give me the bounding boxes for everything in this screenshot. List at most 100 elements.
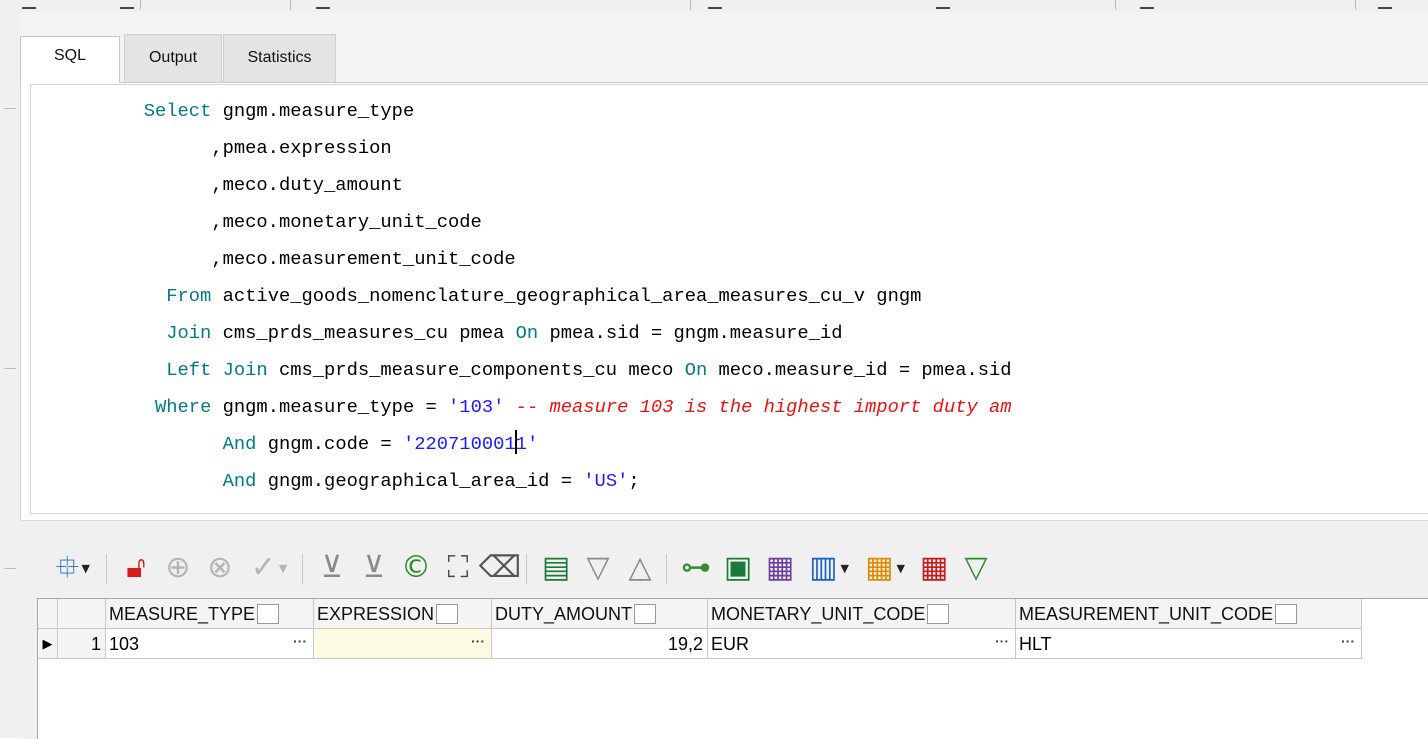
column-filter-checkbox[interactable] (257, 604, 280, 624)
ellipsis-button[interactable]: ··· (471, 629, 485, 656)
sql-string: '220710001 (402, 433, 516, 455)
code-line[interactable]: Where gngm.measure_type = '103' -- measu… (31, 389, 1012, 426)
fetch-next-button[interactable]: ⊻ (312, 550, 352, 586)
sql-keyword: On (515, 322, 539, 344)
column-filter-checkbox[interactable] (927, 604, 950, 624)
single-record-view-icon: ▤ (541, 550, 571, 585)
sql-text: cms_prds_measure_components_cu meco (267, 359, 685, 381)
sql-text: gngm.measure_type (211, 100, 415, 122)
column-header-label: DUTY_AMOUNT (495, 604, 633, 624)
cell-measurement-unit-code[interactable]: HLT ··· (1016, 629, 1362, 659)
column-header-expression[interactable]: EXPRESSION (314, 599, 492, 629)
sql-keyword: Left Join (166, 359, 268, 381)
pivot-button[interactable]: ▦ ▼ (858, 550, 912, 586)
toolbar-separator (666, 554, 667, 584)
refresh-button[interactable]: © (396, 550, 436, 586)
sql-text: cms_prds_measures_cu pmea (211, 322, 516, 344)
add-record-button[interactable]: ⊕ (158, 550, 198, 586)
sql-text: active_goods_nomenclature_geographical_a… (211, 285, 922, 307)
sql-string: '103' (448, 396, 505, 418)
sql-text: gngm.code = (256, 433, 403, 455)
code-line[interactable]: From active_goods_nomenclature_geographi… (31, 278, 1012, 315)
chevron-down-icon[interactable]: ▼ (279, 563, 287, 574)
chevron-down-icon[interactable]: ▼ (896, 563, 904, 574)
sort-descending-button[interactable]: ▽ (578, 550, 618, 586)
cell-measure-type[interactable]: 103 ··· (106, 629, 314, 659)
chart-button[interactable]: ▥ ▼ (802, 550, 856, 586)
filter-button[interactable]: ▽ (956, 550, 996, 586)
header-corner (38, 599, 58, 629)
tab-statistics[interactable]: Statistics (223, 34, 336, 82)
sql-string: 1' (515, 433, 539, 455)
sql-keyword: Where (154, 396, 212, 418)
column-layout-button[interactable]: ⯐ ▼ (46, 550, 100, 586)
sort-ascending-button[interactable]: △ (620, 550, 660, 586)
cell-duty-amount[interactable]: 19,2 (492, 629, 708, 659)
column-header-monetary-unit-code[interactable]: MONETARY_UNIT_CODE (708, 599, 1016, 629)
sql-keyword: And (222, 433, 257, 455)
code-line[interactable]: ,pmea.expression (31, 130, 1012, 167)
column-header-measure-type[interactable]: MEASURE_TYPE (106, 599, 314, 629)
code-line[interactable]: ,meco.monetary_unit_code (31, 204, 1012, 241)
export-button[interactable]: ▦ (760, 550, 800, 586)
grid-toolbar: ⯐ ▼ 🔓︎ ⊕ ⊗ ✓ ▼ ⊻ ⊻ © ⛶ ⌫ ▤ ▽ △ ⊶ ▣ ▦ ▥ ▼ ▦ ▼ ▦ ▽ (20, 544, 1428, 594)
copy-text-button[interactable]: ▣ (718, 550, 758, 586)
top-strip-mark (936, 7, 950, 9)
clear-button[interactable]: ⌫ (479, 550, 521, 586)
top-strip-segment (290, 0, 691, 10)
current-row-indicator-icon: ▶ (38, 629, 58, 659)
top-strip-segment (140, 0, 291, 10)
sql-text: ,meco.measurement_unit_code (31, 248, 516, 270)
column-filter-checkbox[interactable] (634, 604, 657, 624)
find-button[interactable]: ⛶ (438, 550, 478, 586)
post-changes-button[interactable]: ✓ ▼ (242, 550, 296, 586)
sort-descending-icon: ▽ (586, 550, 610, 585)
code-line[interactable]: ,meco.duty_amount (31, 167, 1012, 204)
code-line[interactable]: Join cms_prds_measures_cu pmea On pmea.s… (31, 315, 1012, 352)
top-strip-mark (120, 7, 134, 9)
code-line[interactable]: And gngm.geographical_area_id = 'US'; (31, 463, 1012, 500)
sql-keyword: On (684, 359, 708, 381)
results-grid[interactable]: MEASURE_TYPE EXPRESSION DUTY_AMOUNT MONE… (37, 598, 1428, 739)
lock-button[interactable]: 🔓︎ (116, 550, 156, 586)
code-line[interactable]: Left Join cms_prds_measure_components_cu… (31, 352, 1012, 389)
table-row[interactable]: ▶ 1 103 ··· ··· 19,2 EUR ··· HLT ··· (38, 629, 1362, 659)
delete-record-button[interactable]: ⊗ (200, 550, 240, 586)
editor-tab-bar: SQL Output Statistics (20, 12, 1428, 83)
top-strip-mark (22, 7, 36, 9)
column-filter-checkbox[interactable] (436, 604, 459, 624)
sql-code[interactable]: Select gngm.measure_type ,pmea.expressio… (31, 93, 1012, 500)
column-filter-checkbox[interactable] (1275, 604, 1298, 624)
tab-output[interactable]: Output (124, 34, 222, 82)
code-line[interactable]: ,meco.measurement_unit_code (31, 241, 1012, 278)
chevron-down-icon[interactable]: ▼ (82, 563, 90, 574)
sql-text: ,meco.monetary_unit_code (31, 211, 482, 233)
sql-text: meco.measure_id = pmea.sid (707, 359, 1012, 381)
toolbar-separator (302, 554, 303, 584)
tree-view-button[interactable]: ⊶ (676, 550, 716, 586)
code-line[interactable]: Select gngm.measure_type (31, 93, 1012, 130)
pivot-icon: ▦ (865, 550, 894, 585)
cell-expression[interactable]: ··· (314, 629, 492, 659)
single-record-view-button[interactable]: ▤ (536, 550, 576, 586)
fetch-all-button[interactable]: ⊻ (354, 550, 394, 586)
sql-comment: -- measure 103 is the highest import dut… (515, 396, 1012, 418)
sql-editor[interactable]: Select gngm.measure_type ,pmea.expressio… (30, 84, 1428, 514)
sql-text: ; (628, 470, 640, 492)
ellipsis-button[interactable]: ··· (293, 629, 307, 656)
grid-button[interactable]: ▦ (914, 550, 954, 586)
column-header-measurement-unit-code[interactable]: MEASUREMENT_UNIT_CODE (1016, 599, 1362, 629)
cell-monetary-unit-code[interactable]: EUR ··· (708, 629, 1016, 659)
ellipsis-button[interactable]: ··· (995, 629, 1009, 656)
column-header-duty-amount[interactable]: DUTY_AMOUNT (492, 599, 708, 629)
sql-keyword: From (166, 285, 212, 307)
cell-value: EUR (711, 634, 750, 654)
post-changes-icon: ✓ (250, 550, 276, 585)
sql-keyword: And (222, 470, 257, 492)
tab-sql[interactable]: SQL (20, 36, 120, 83)
chevron-down-icon[interactable]: ▼ (840, 563, 848, 574)
code-line[interactable]: And gngm.code = '2207100011' (31, 426, 1012, 463)
ellipsis-button[interactable]: ··· (1341, 629, 1355, 656)
